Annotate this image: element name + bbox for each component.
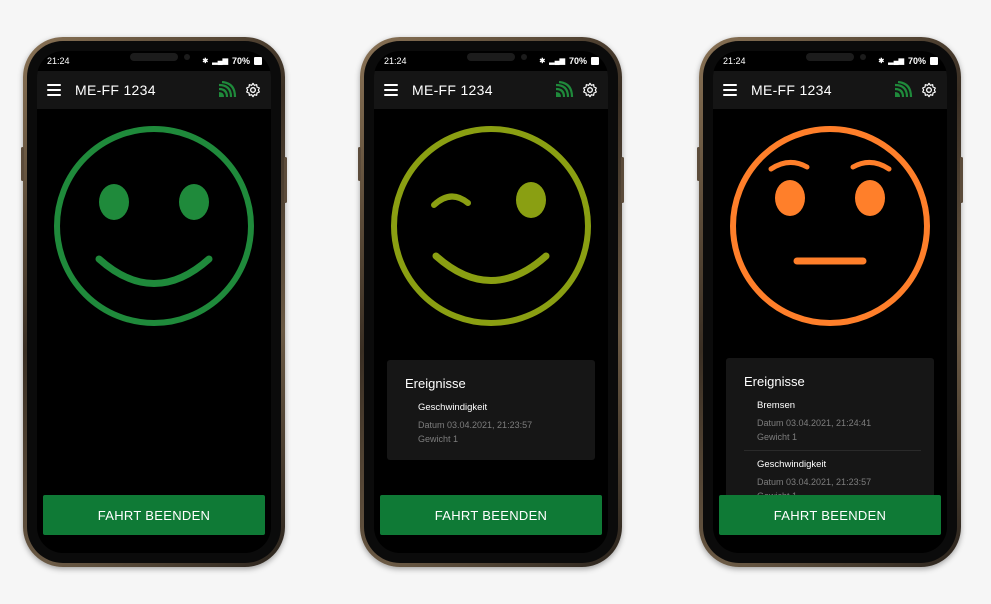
events-title: Ereignisse <box>405 376 466 391</box>
vehicle-title: ME-FF 1234 <box>412 82 493 98</box>
event-item[interactable]: Geschwindigkeit Datum 03.04.2021, 21:23:… <box>387 394 595 452</box>
status-time: 21:24 <box>723 56 746 66</box>
end-trip-button[interactable]: FAHRT BEENDEN <box>43 495 265 535</box>
connection-signal-icon[interactable] <box>217 81 237 99</box>
hamburger-menu-icon[interactable] <box>47 84 61 96</box>
phone-3-volume-button <box>697 147 700 181</box>
neutral-face-icon <box>730 126 930 326</box>
gear-icon[interactable] <box>245 82 261 98</box>
phone-1-volume-button <box>21 147 24 181</box>
status-time: 21:24 <box>384 56 407 66</box>
connection-signal-icon[interactable] <box>893 81 913 99</box>
bluetooth-icon: ✱ <box>878 58 885 65</box>
connection-signal-icon[interactable] <box>554 81 574 99</box>
cell-signal-icon: ▂▄▆ <box>888 58 904 65</box>
app-bar: ME-FF 1234 <box>713 71 947 109</box>
phone-2-power-button <box>621 157 624 203</box>
phone-3-power-button <box>960 157 963 203</box>
hamburger-menu-icon[interactable] <box>723 84 737 96</box>
status-bar: 21:24 ✱ ▂▄▆ 70% <box>713 51 947 71</box>
event-date: Datum 03.04.2021, 21:23:57 <box>757 477 872 487</box>
event-weight: Gewicht 1 <box>757 432 798 442</box>
battery-icon <box>254 57 262 65</box>
happy-face-icon <box>54 126 254 326</box>
event-name: Geschwindigkeit <box>757 459 827 470</box>
battery-level: 70% <box>231 56 250 66</box>
phone-3: 21:24 ✱ ▂▄▆ 70% ME-FF 1234 Ereignisse Br… <box>697 37 963 567</box>
bluetooth-icon: ✱ <box>539 58 546 65</box>
event-weight: Gewicht 1 <box>418 434 459 444</box>
status-bar: 21:24 ✱ ▂▄▆ 70% <box>37 51 271 71</box>
events-title: Ereignisse <box>744 374 805 389</box>
notch <box>467 53 527 61</box>
battery-icon <box>930 57 938 65</box>
battery-level: 70% <box>907 56 926 66</box>
battery-level: 70% <box>568 56 587 66</box>
event-date: Datum 03.04.2021, 21:23:57 <box>418 420 533 430</box>
battery-icon <box>591 57 599 65</box>
status-bar: 21:24 ✱ ▂▄▆ 70% <box>374 51 608 71</box>
phone-2: 21:24 ✱ ▂▄▆ 70% ME-FF 1234 Ereignisse Ge… <box>358 37 624 567</box>
status-time: 21:24 <box>47 56 70 66</box>
cell-signal-icon: ▂▄▆ <box>549 58 565 65</box>
phone-1: 21:24 ✱ ▂▄▆ 70% ME-FF 1234 FAHRT BEENDEN <box>21 37 287 567</box>
bluetooth-icon: ✱ <box>202 58 209 65</box>
phone-1-power-button <box>284 157 287 203</box>
app-bar: ME-FF 1234 <box>374 71 608 109</box>
vehicle-title: ME-FF 1234 <box>75 82 156 98</box>
end-trip-button[interactable]: FAHRT BEENDEN <box>380 495 602 535</box>
phone-2-screen: 21:24 ✱ ▂▄▆ 70% ME-FF 1234 Ereignisse Ge… <box>374 51 608 553</box>
vehicle-title: ME-FF 1234 <box>751 82 832 98</box>
notch <box>806 53 866 61</box>
phone-3-screen: 21:24 ✱ ▂▄▆ 70% ME-FF 1234 Ereignisse Br… <box>713 51 947 553</box>
app-bar: ME-FF 1234 <box>37 71 271 109</box>
cell-signal-icon: ▂▄▆ <box>212 58 228 65</box>
gear-icon[interactable] <box>582 82 598 98</box>
phone-1-screen: 21:24 ✱ ▂▄▆ 70% ME-FF 1234 FAHRT BEENDEN <box>37 51 271 553</box>
event-name: Bremsen <box>757 400 796 411</box>
winking-face-icon <box>391 126 591 326</box>
event-name: Geschwindigkeit <box>418 402 488 413</box>
events-panel: Ereignisse Geschwindigkeit Datum 03.04.2… <box>387 360 595 460</box>
end-trip-button[interactable]: FAHRT BEENDEN <box>719 495 941 535</box>
hamburger-menu-icon[interactable] <box>384 84 398 96</box>
phone-2-volume-button <box>358 147 361 181</box>
event-item[interactable]: Bremsen Datum 03.04.2021, 21:24:41 Gewic… <box>726 392 934 450</box>
event-date: Datum 03.04.2021, 21:24:41 <box>757 418 872 428</box>
gear-icon[interactable] <box>921 82 937 98</box>
notch <box>130 53 190 61</box>
